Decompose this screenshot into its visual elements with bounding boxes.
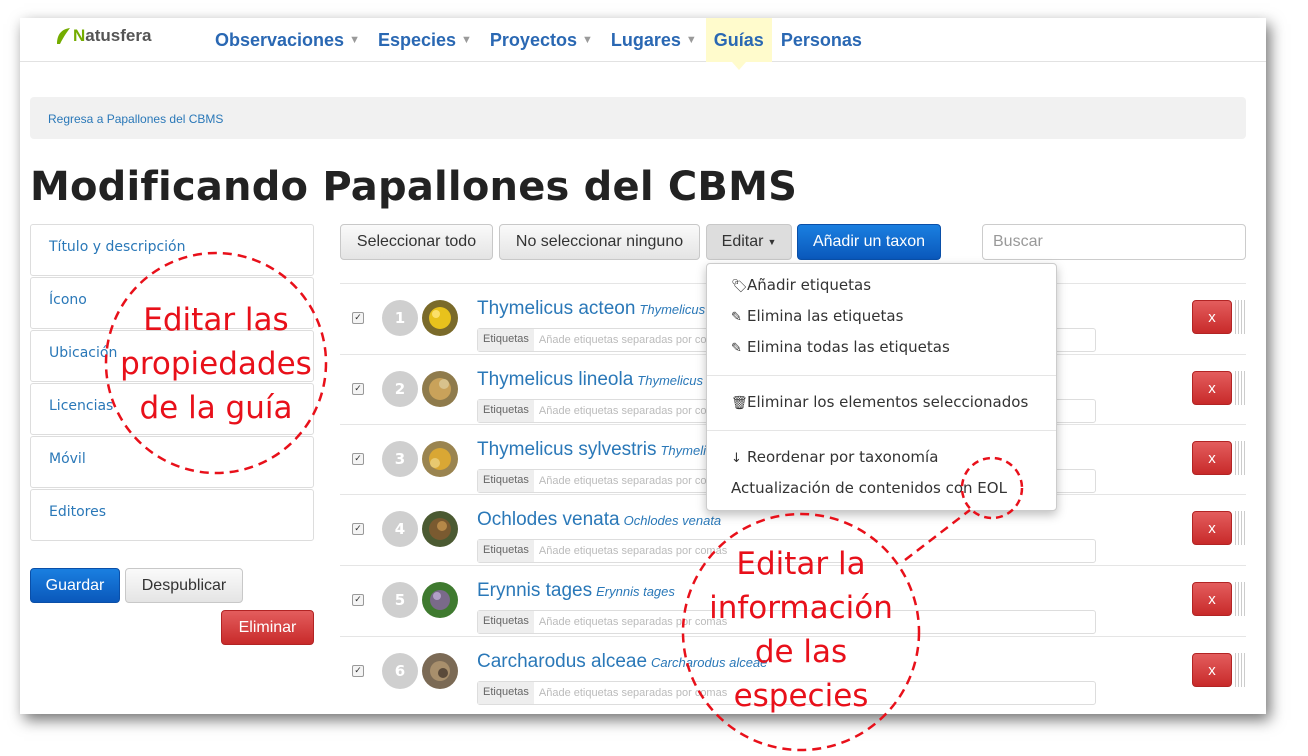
- breadcrumb: Regresa a Papallones del CBMS: [30, 97, 1246, 139]
- row-checkbox[interactable]: ✓: [352, 383, 364, 395]
- sidebar-item-mobile[interactable]: Móvil: [30, 436, 314, 488]
- menu-divider: [707, 375, 1056, 376]
- drag-handle-icon[interactable]: [1235, 300, 1247, 334]
- chevron-down-icon: ▼: [461, 34, 472, 46]
- row-number: 3: [382, 441, 418, 477]
- menu-divider: [707, 430, 1056, 431]
- species-photo: [422, 441, 458, 477]
- species-photo: [422, 371, 458, 407]
- row-number: 6: [382, 653, 418, 689]
- remove-taxon-button[interactable]: x: [1192, 653, 1232, 687]
- top-navbar: Natusfera Observaciones ▼ Especies ▼ Proye…: [20, 18, 1266, 70]
- leaf-logo-icon: [57, 28, 70, 44]
- menu-reorder-taxonomy[interactable]: ↓ Reordenar por taxonomía: [731, 448, 938, 466]
- unpublish-button[interactable]: Despublicar: [125, 568, 243, 603]
- remove-taxon-button[interactable]: x: [1192, 511, 1232, 545]
- row-checkbox[interactable]: ✓: [352, 312, 364, 324]
- menu-remove-tags[interactable]: ✎ Elimina las etiquetas: [731, 307, 903, 325]
- nav-guias[interactable]: Guías: [705, 18, 772, 70]
- save-button[interactable]: Guardar: [30, 568, 120, 603]
- species-photo: [422, 653, 458, 689]
- edit-dropdown-menu: 🏷︎Añadir etiquetas ✎ Elimina las etiqueta…: [706, 263, 1057, 511]
- menu-remove-selected[interactable]: 🗑︎Eliminar los elementos seleccionados: [731, 393, 1028, 411]
- remove-taxon-button[interactable]: x: [1192, 441, 1232, 475]
- page-title: Modificando Papallones del CBMS: [30, 164, 798, 210]
- sidebar-item-editors[interactable]: Editores: [30, 489, 314, 541]
- species-photo: [422, 511, 458, 547]
- menu-add-tags[interactable]: 🏷︎Añadir etiquetas: [731, 276, 871, 294]
- edit-dropdown-button[interactable]: Editar ▼: [706, 224, 792, 260]
- add-taxon-button[interactable]: Añadir un taxon: [797, 224, 941, 260]
- row-number: 5: [382, 582, 418, 618]
- tags-remove-icon: ✎: [731, 341, 742, 356]
- row-number: 1: [382, 300, 418, 336]
- row-number: 4: [382, 511, 418, 547]
- select-none-button[interactable]: No seleccionar ninguno: [499, 224, 700, 260]
- species-photo: [422, 582, 458, 618]
- main-menu: Observaciones ▼ Especies ▼ Proyectos ▼ Luga…: [206, 18, 871, 70]
- chevron-down-icon: ▼: [349, 34, 360, 46]
- nav-especies[interactable]: Especies ▼: [369, 18, 481, 62]
- species-photo: [422, 300, 458, 336]
- search-input[interactable]: Buscar: [982, 224, 1246, 260]
- nav-personas[interactable]: Personas: [772, 18, 871, 62]
- sidebar-item-title-description[interactable]: Título y descripción: [30, 224, 314, 276]
- tag-icon: 🏷︎: [731, 279, 748, 294]
- delete-guide-button[interactable]: Eliminar: [221, 610, 314, 645]
- remove-taxon-button[interactable]: x: [1192, 582, 1232, 616]
- drag-handle-icon[interactable]: [1235, 511, 1247, 545]
- nav-lugares[interactable]: Lugares ▼: [602, 18, 706, 62]
- tag-remove-icon: ✎: [731, 310, 742, 325]
- chevron-down-icon: ▼: [685, 34, 697, 46]
- trash-icon: 🗑︎: [731, 396, 748, 411]
- back-link[interactable]: Regresa a Papallones del CBMS: [48, 112, 223, 126]
- drag-handle-icon[interactable]: [1235, 371, 1247, 405]
- nav-observaciones[interactable]: Observaciones ▼: [206, 18, 369, 62]
- annotation-guide-properties: Editar las propiedades de la guía: [120, 302, 312, 426]
- row-checkbox[interactable]: ✓: [352, 523, 364, 535]
- drag-handle-icon[interactable]: [1235, 441, 1247, 475]
- row-checkbox[interactable]: ✓: [352, 594, 364, 606]
- drag-handle-icon[interactable]: [1235, 653, 1247, 687]
- species-name-link[interactable]: Ochlodes venata Ochlodes venata: [477, 509, 721, 531]
- menu-remove-all-tags[interactable]: ✎ Elimina todas las etiquetas: [731, 338, 950, 356]
- logo-text: Natusfera: [73, 26, 152, 45]
- drag-handle-icon[interactable]: [1235, 582, 1247, 616]
- caret-down-icon: ▼: [767, 237, 777, 247]
- row-number: 2: [382, 371, 418, 407]
- row-checkbox[interactable]: ✓: [352, 665, 364, 677]
- select-all-button[interactable]: Seleccionar todo: [340, 224, 493, 260]
- chevron-down-icon: ▼: [581, 34, 593, 46]
- annotation-species-info: Editar la información de las especies: [709, 546, 893, 714]
- species-name-link[interactable]: Thymelicus lineola Thymelicus lineola: [477, 369, 744, 391]
- row-checkbox[interactable]: ✓: [352, 453, 364, 465]
- nav-proyectos[interactable]: Proyectos ▼: [481, 18, 602, 62]
- remove-taxon-button[interactable]: x: [1192, 371, 1232, 405]
- sort-icon: ↓: [731, 451, 742, 466]
- natusfera-logo[interactable]: Natusfera: [54, 26, 151, 46]
- remove-taxon-button[interactable]: x: [1192, 300, 1232, 334]
- species-name-link[interactable]: Erynnis tages Erynnis tages: [477, 580, 675, 602]
- menu-update-eol[interactable]: Actualización de contenidos con EOL: [731, 479, 1007, 497]
